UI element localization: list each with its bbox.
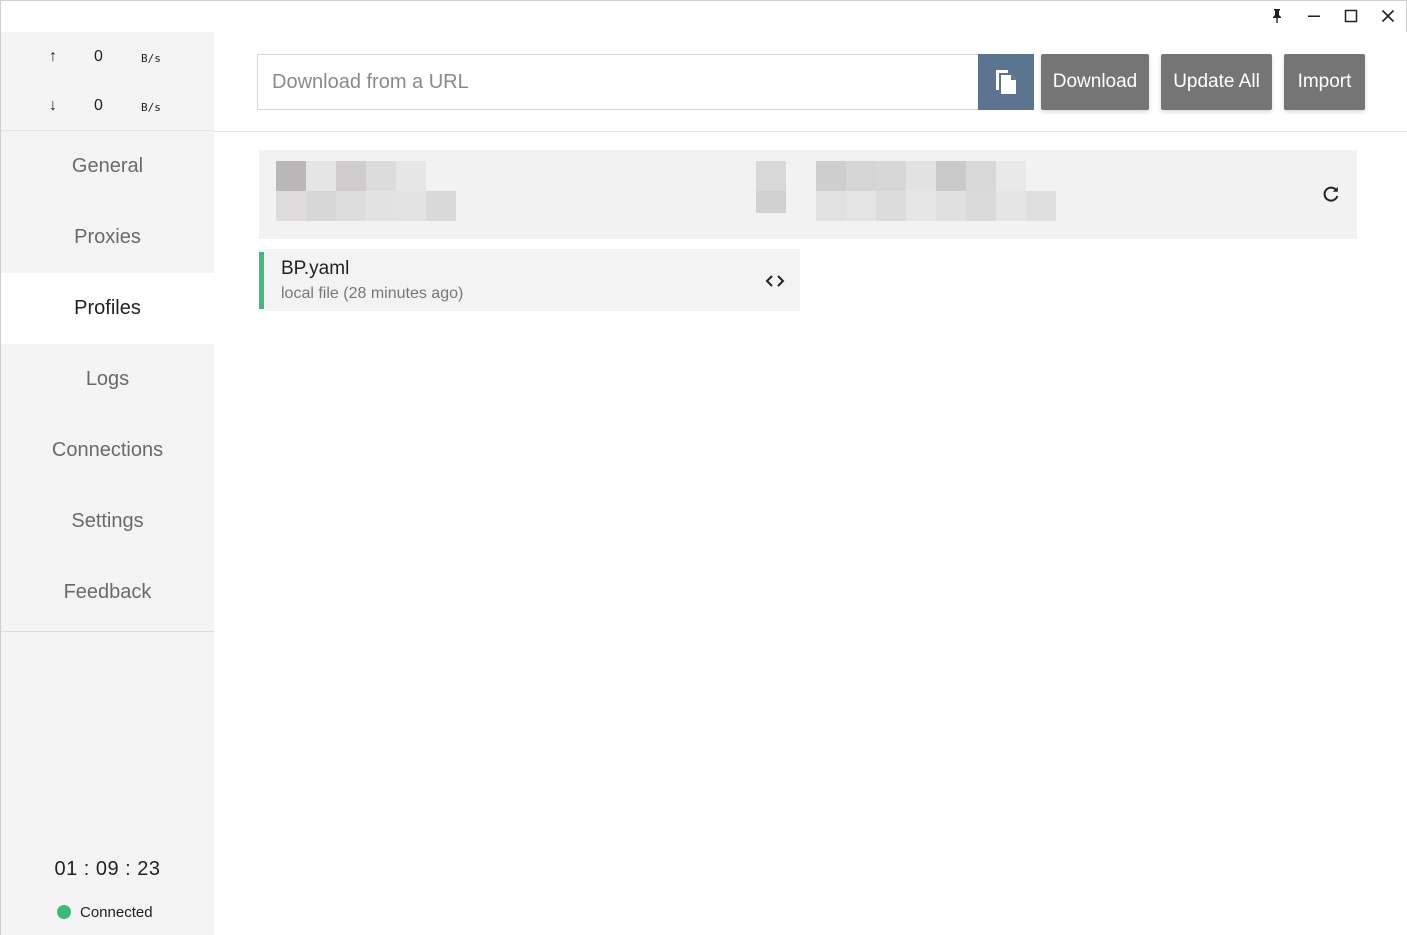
close-icon[interactable] bbox=[1375, 5, 1401, 27]
header-divider bbox=[214, 131, 1407, 132]
traffic-panel: ↑ 0 B/s ↓ 0 B/s bbox=[1, 32, 214, 131]
upload-arrow-icon: ↑ bbox=[49, 48, 57, 65]
upload-value: 0 bbox=[94, 48, 103, 65]
upload-unit: B/s bbox=[141, 52, 161, 65]
profile-card[interactable]: BP.yaml local file (28 minutes ago) bbox=[259, 249, 800, 311]
download-button[interactable]: Download bbox=[1041, 54, 1149, 110]
sidebar-item-general[interactable]: General bbox=[1, 131, 214, 202]
download-arrow-icon: ↓ bbox=[49, 97, 57, 114]
app-window: ↑ 0 B/s ↓ 0 B/s General Proxies Profiles… bbox=[0, 0, 1407, 935]
maximize-icon[interactable] bbox=[1338, 5, 1364, 27]
paste-button[interactable] bbox=[978, 54, 1034, 110]
connection-status: Connected bbox=[57, 903, 153, 921]
sidebar-item-settings[interactable]: Settings bbox=[1, 486, 214, 557]
pin-icon[interactable] bbox=[1264, 5, 1290, 27]
sidebar-item-feedback[interactable]: Feedback bbox=[1, 557, 214, 628]
status-dot-icon bbox=[57, 905, 71, 919]
download-speed: ↓ 0 B/s bbox=[1, 95, 214, 119]
download-value: 0 bbox=[94, 97, 103, 114]
uptime-clock: 01 : 09 : 23 bbox=[54, 858, 161, 880]
redacted-profile-card[interactable] bbox=[259, 150, 1357, 239]
download-unit: B/s bbox=[141, 101, 161, 114]
update-all-button[interactable]: Update All bbox=[1161, 54, 1272, 110]
status-label: Connected bbox=[80, 903, 153, 921]
sidebar-item-logs[interactable]: Logs bbox=[1, 344, 214, 415]
sidebar: ↑ 0 B/s ↓ 0 B/s General Proxies Profiles… bbox=[1, 32, 214, 935]
sidebar-item-proxies[interactable]: Proxies bbox=[1, 202, 214, 273]
minimize-icon[interactable] bbox=[1301, 5, 1327, 27]
title-bar bbox=[1, 1, 1406, 32]
sidebar-item-profiles[interactable]: Profiles bbox=[1, 273, 214, 344]
url-input[interactable] bbox=[257, 54, 978, 110]
refresh-icon bbox=[1323, 186, 1339, 202]
refresh-button[interactable] bbox=[1319, 182, 1343, 206]
profile-active-indicator bbox=[259, 252, 264, 309]
paste-icon bbox=[996, 70, 1016, 94]
import-button[interactable]: Import bbox=[1284, 54, 1365, 110]
profile-subtitle: local file (28 minutes ago) bbox=[281, 285, 464, 302]
profile-name: BP.yaml bbox=[281, 258, 350, 279]
code-icon bbox=[765, 275, 785, 287]
upload-speed: ↑ 0 B/s bbox=[1, 46, 214, 70]
edit-profile-button[interactable] bbox=[762, 269, 788, 293]
sidebar-divider bbox=[1, 631, 214, 632]
main-panel: Download Update All Import bbox=[214, 32, 1407, 935]
sidebar-item-connections[interactable]: Connections bbox=[1, 415, 214, 486]
sidebar-nav: General Proxies Profiles Logs Connection… bbox=[1, 131, 214, 628]
